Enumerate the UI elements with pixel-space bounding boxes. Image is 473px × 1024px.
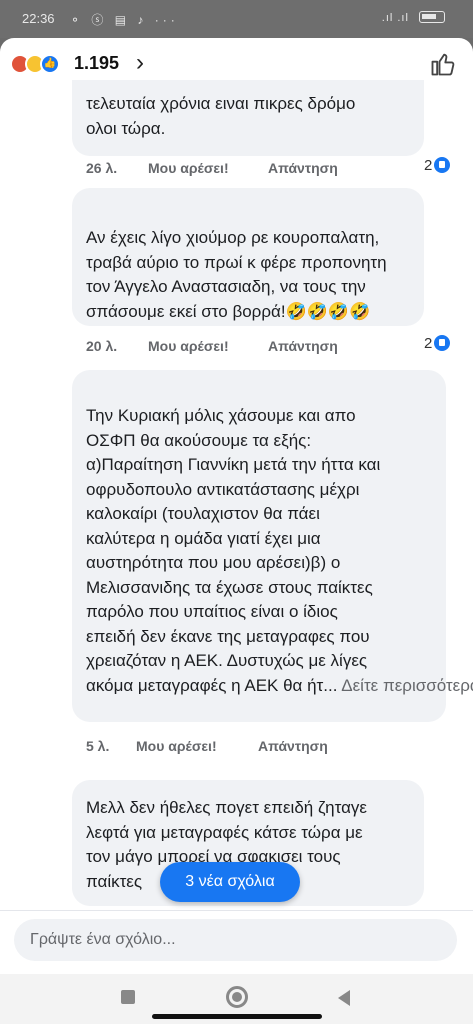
comment-composer: Γράψτε ένα σχόλιο...	[0, 910, 473, 974]
like-reaction-icon: 👍	[40, 54, 60, 74]
comment-bubble: τελευταία χρόνια ειναι πικρες δρόμο ολοι…	[72, 80, 424, 156]
comment-meta: 26 λ. Μου αρέσει! Απάντηση 2	[86, 157, 466, 180]
comment-text-line: Την Κυριακή μόλις χάσουμε και απο	[86, 406, 356, 425]
comment-text-line: ΟΣΦΠ θα ακούσουμε τα εξής:	[86, 430, 312, 450]
like-link[interactable]: Μου αρέσει!	[148, 160, 229, 176]
reply-link[interactable]: Απάντηση	[268, 338, 338, 354]
comment-text-line: αυστηρότητα που μου αρέσει)β) ο	[86, 553, 341, 572]
comment-input[interactable]: Γράψτε ένα σχόλιο...	[14, 919, 457, 961]
comment-text-line: τελευταία χρόνια ειναι πικρες δρόμο	[86, 94, 356, 113]
comment-meta: 5 λ. Μου αρέσει! Απάντηση	[86, 738, 466, 758]
signal-icon: .ıl .ıl	[381, 12, 409, 24]
comment-text-line: επειδή δεν έκανε της μεταγραφες που	[86, 626, 370, 646]
chevron-right-icon[interactable]: ›	[136, 49, 144, 77]
comment-text-line: Μελισσανιδης τα έχωσε στους παίκτες	[86, 577, 373, 597]
comment-bubble: Την Κυριακή μόλις χάσουμε και απο ΟΣΦΠ θ…	[72, 370, 473, 722]
comment-meta: 20 λ. Μου αρέσει! Απάντηση 2	[86, 335, 466, 358]
comment-text-line: α)Παραίτηση Γιαννίκη μετά την ήττα και	[86, 455, 381, 474]
comment-text-line: παρόλο που υπαίτιος είναι ο ίδιος	[86, 602, 338, 621]
home-icon[interactable]	[226, 986, 248, 1008]
comment-like-count: 2	[424, 335, 451, 352]
like-link[interactable]: Μου αρέσει!	[136, 738, 217, 754]
like-badge-icon	[434, 157, 451, 173]
battery-icon	[419, 11, 445, 23]
comment-text-line: χρειαζόταν η ΑΕΚ. Δυστυχώς με λίγες	[86, 651, 368, 670]
comment-text-line: τον Άγγελο Αναστασιαδη, να τους την	[86, 277, 366, 296]
reply-link[interactable]: Απάντηση	[268, 160, 338, 176]
comment-text-line: λεφτά για μεταγραφές κάτσε τώρα με	[86, 822, 363, 842]
comment-text-line: Μελλ δεν ήθελες πογετ επειδή ζηταγε	[86, 798, 367, 817]
comments-sheet: 👍 1.195 › τελευταία χρόνια ειναι πικρες …	[0, 38, 473, 1024]
comment-bubble: Αν έχεις λίγο χιούμορ ρε κουροπαλατη, τρ…	[72, 188, 424, 326]
comment-text-line: ολοι τώρα.	[86, 118, 166, 138]
status-time: 22:36	[22, 11, 55, 26]
signal-battery: .ıl .ıl	[382, 11, 445, 24]
comment-text-line: καλύτερα η ομάδα γιατί έχει μια	[86, 528, 321, 548]
new-comments-button[interactable]: 3 νέα σχόλια	[160, 862, 300, 902]
comment-text-line: καλοκαίρι (τουλαχιστον θα πάει	[86, 504, 320, 523]
comment-text-line: Αν έχεις λίγο χιούμορ ρε κουροπαλατη,	[86, 228, 380, 247]
reply-link[interactable]: Απάντηση	[258, 738, 328, 754]
comment-time: 5 λ.	[86, 738, 110, 754]
like-outline-icon[interactable]	[429, 50, 457, 78]
comment-text-truncated: ακόμα μεταγραφές η ΑΕΚ θα ήτ...	[86, 675, 338, 695]
notification-icons: ⚬ ⓢ ▤ ♪ ···	[70, 13, 179, 27]
reaction-icons: 👍	[10, 54, 72, 74]
comment-text-line: σπάσουμε εκεί στο βορρά!🤣🤣🤣🤣	[86, 301, 371, 321]
system-nav-bar	[0, 974, 473, 1024]
see-more-link[interactable]: Δείτε περισσότερα	[341, 676, 473, 695]
comment-text-line: ακόμα μεταγραφές η ΑΕΚ θα ήτ... Δείτε πε…	[86, 674, 473, 699]
comment-like-count: 2	[424, 157, 451, 174]
reaction-count[interactable]: 1.195	[74, 53, 119, 74]
recents-icon[interactable]	[121, 990, 135, 1004]
status-bar: 22:36 ⚬ ⓢ ▤ ♪ ··· .ıl .ıl	[0, 0, 473, 38]
back-icon[interactable]	[338, 990, 350, 1006]
comment-time: 20 λ.	[86, 338, 118, 354]
like-link[interactable]: Μου αρέσει!	[148, 338, 229, 354]
comment-time: 26 λ.	[86, 160, 118, 176]
like-badge-icon	[434, 335, 451, 351]
gesture-handle[interactable]	[152, 1014, 322, 1019]
comment-text-line: τραβά αύριο το πρωί κ φέρε προπονητη	[86, 252, 387, 272]
comment-text-line: οφρυδοπουλο αντικατάστασης μέχρι	[86, 479, 360, 499]
